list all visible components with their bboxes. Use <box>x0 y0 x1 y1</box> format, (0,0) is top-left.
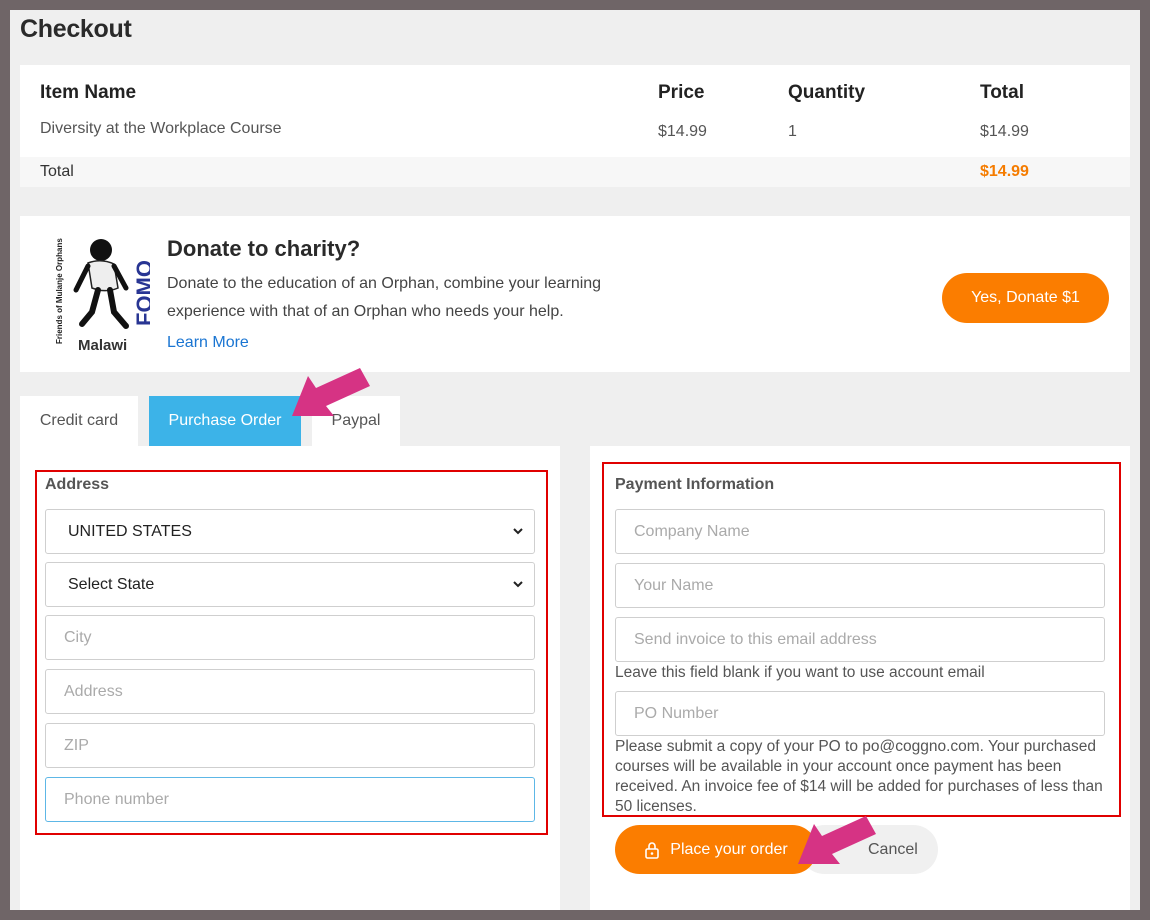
cancel-button[interactable]: Cancel <box>800 825 938 874</box>
lock-icon <box>645 841 660 859</box>
phone-input[interactable] <box>45 777 535 822</box>
tab-paypal[interactable]: Paypal <box>312 396 400 446</box>
tab-purchase-order[interactable]: Purchase Order <box>149 396 301 446</box>
svg-text:FOMO: FOMO <box>132 260 150 326</box>
payment-info-label: Payment Information <box>615 476 775 493</box>
company-name-input[interactable] <box>615 509 1105 554</box>
svg-text:Friends of Mulanje Orphans: Friends of Mulanje Orphans <box>55 238 64 344</box>
total-value: $14.99 <box>980 163 1029 180</box>
header-total: Total <box>980 82 1024 103</box>
header-price: Price <box>658 82 705 103</box>
invoice-email-input[interactable] <box>615 617 1105 662</box>
cancel-label: Cancel <box>868 840 918 858</box>
country-value: UNITED STATES <box>68 523 192 540</box>
address-input[interactable] <box>45 669 535 714</box>
item-name: Diversity at the Workplace Course <box>40 120 282 137</box>
place-order-button[interactable]: Place your order <box>615 825 817 874</box>
donate-description: Donate to the education of an Orphan, co… <box>167 275 602 320</box>
place-order-label: Place your order <box>670 840 788 858</box>
total-row <box>20 157 1130 187</box>
email-hint: Leave this field blank if you want to us… <box>615 664 985 681</box>
chevron-down-icon <box>513 581 523 588</box>
learn-more-link[interactable]: Learn More <box>167 334 249 352</box>
donate-card: Friends of Mulanje Orphans FOMO Malawi D… <box>20 216 1130 372</box>
po-note: Please submit a copy of your PO to po@co… <box>615 738 1103 815</box>
po-number-input[interactable] <box>615 691 1105 736</box>
chevron-down-icon <box>513 528 523 535</box>
country-select[interactable]: UNITED STATES <box>45 509 535 554</box>
donate-title: Donate to charity? <box>167 236 361 261</box>
state-select[interactable]: Select State <box>45 562 535 607</box>
your-name-input[interactable] <box>615 563 1105 608</box>
item-quantity: 1 <box>788 123 797 140</box>
header-item-name: Item Name <box>40 82 137 103</box>
state-value: Select State <box>68 576 155 593</box>
zip-input[interactable] <box>45 723 535 768</box>
fomo-logo-icon: Friends of Mulanje Orphans FOMO Malawi <box>55 238 150 354</box>
tab-credit-card[interactable]: Credit card <box>20 396 138 446</box>
address-label: Address <box>45 476 110 493</box>
donate-button[interactable]: Yes, Donate $1 <box>942 273 1109 323</box>
header-quantity: Quantity <box>788 82 866 103</box>
item-price: $14.99 <box>658 123 707 140</box>
item-total: $14.99 <box>980 123 1029 140</box>
page-title: Checkout <box>20 15 132 43</box>
city-input[interactable] <box>45 615 535 660</box>
checkout-page: Checkout Item Name Price Quantity Total … <box>10 10 1140 910</box>
svg-text:Malawi: Malawi <box>78 337 127 354</box>
total-label: Total <box>40 163 74 180</box>
